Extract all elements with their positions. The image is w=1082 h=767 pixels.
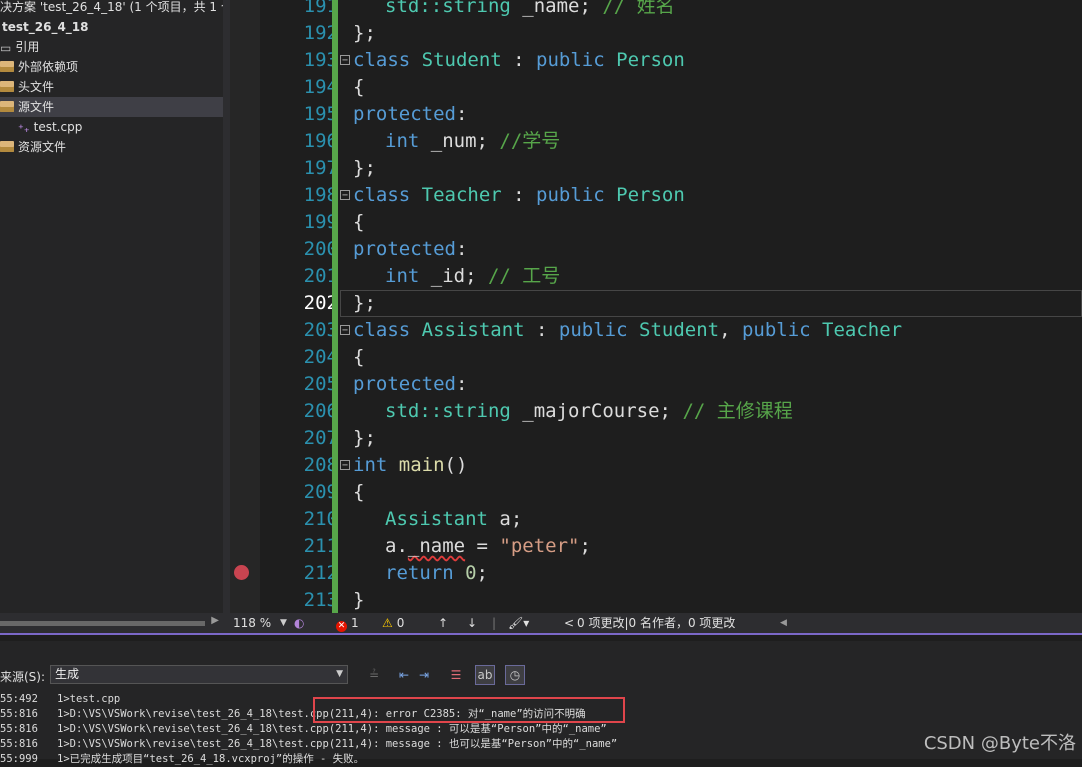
error-highlight-box [313, 697, 625, 723]
code-line-195: protected: [353, 103, 468, 125]
code-line-201: int _id; // 工号 [385, 265, 561, 287]
word-wrap-icon[interactable]: ab [475, 665, 495, 685]
folder-icon [0, 61, 14, 72]
source-select[interactable]: 生成 ▼ [50, 665, 348, 684]
fold-toggle-icon[interactable]: − [340, 325, 350, 336]
code-line-198: − class Teacher : public Person [340, 184, 685, 206]
code-line-208: − int main() [340, 454, 468, 476]
tree-item-label: 资源文件 [18, 140, 67, 154]
change-tracking-bar [332, 0, 338, 613]
tree-item-label: 源文件 [18, 100, 55, 114]
next-issue-icon[interactable]: ↓ [467, 613, 477, 633]
code-line-193: − class Student : public Person [340, 49, 685, 71]
tree-item-test-cpp[interactable]: ⁺₊ test.cpp [18, 117, 82, 137]
cpp-file-icon: ⁺₊ [18, 122, 30, 135]
timestamp-icon[interactable]: ◷ [505, 665, 525, 685]
git-changes-icon[interactable]: < [564, 613, 574, 633]
solution-title-label: 决方案 'test_26_4_18' (1 个项目，共 1 个) [0, 0, 238, 14]
fold-toggle-icon[interactable]: − [340, 190, 350, 201]
chevron-down-icon: ▼ [336, 669, 343, 679]
divider: | [492, 616, 497, 630]
error-squiggle: _name [407, 535, 466, 557]
error-icon: ✕ [336, 621, 347, 632]
git-changes-label[interactable]: 0 项更改|0 名作者，0 项更改 [577, 613, 735, 633]
code-line-197: }; [353, 157, 376, 179]
tree-item-external-deps[interactable]: 外部依赖项 [0, 57, 78, 77]
code-editor[interactable]: 191 192 193 194 195 196 197 198 199 200 201 202 203 2… [230, 0, 1082, 613]
code-line-192: }; [353, 22, 376, 44]
code-line-196: int _num; //学号 [385, 130, 561, 152]
fold-toggle-icon[interactable]: − [340, 460, 350, 471]
next-message-icon[interactable]: ⇥ [414, 665, 434, 685]
solution-explorer: 决方案 'test_26_4_18' (1 个项目，共 1 个) test_26… [0, 0, 238, 613]
code-line-209: { [353, 481, 365, 503]
zoom-dropdown-icon[interactable]: ▼ [280, 613, 287, 633]
code-line-194: { [353, 76, 365, 98]
code-cleanup-icon[interactable]: 🖌▾ [508, 613, 529, 633]
scrollbar-thumb[interactable] [0, 621, 205, 626]
code-line-211: a._name = "peter"; [385, 535, 591, 557]
error-count[interactable]: ✕ 1 [336, 613, 359, 633]
splitter[interactable] [223, 0, 230, 633]
code-line-200: protected: [353, 238, 468, 260]
code-line-213: } [353, 589, 365, 611]
output-toolbar: 来源(S): 生成 ▼ ≟ ⇤ ⇥ ☰ ab ◷ [0, 663, 1082, 687]
code-line-203: − class Assistant : public Student, publi… [340, 319, 903, 341]
code-line-205: protected: [353, 373, 468, 395]
warning-icon: ⚠ [382, 616, 393, 630]
scroll-left-icon[interactable]: ◀ [780, 613, 787, 633]
solution-explorer-scrollbar[interactable]: ▶ [0, 613, 223, 633]
code-line-199: { [353, 211, 365, 233]
fold-toggle-icon[interactable]: − [340, 55, 350, 66]
project-label: test_26_4_18 [2, 20, 89, 34]
tree-project[interactable]: test_26_4_18 [2, 17, 89, 37]
tree-item-resources[interactable]: 资源文件 [0, 137, 66, 157]
code-area[interactable]: std::string _name; // 姓名 }; − class Stude… [340, 0, 1082, 613]
scroll-right-icon[interactable]: ▶ [211, 615, 219, 626]
prev-issue-icon[interactable]: ↑ [438, 613, 448, 633]
clear-all-icon[interactable]: ☰ [446, 665, 466, 685]
solution-title[interactable]: 决方案 'test_26_4_18' (1 个项目，共 1 个) [0, 0, 238, 17]
line-numbers: 191 192 193 194 195 196 197 198 199 200 201 202 203 2… [260, 0, 338, 613]
tree-item-sources[interactable]: 源文件 [0, 97, 223, 117]
tree-item-headers[interactable]: 头文件 [0, 77, 54, 97]
tree-item-label: 头文件 [18, 80, 55, 94]
watermark: CSDN @Byte不洛 [923, 733, 1076, 754]
warning-count[interactable]: ⚠ 0 [382, 613, 404, 633]
find-message-icon[interactable]: ≟ [364, 665, 384, 685]
reference-icon: ▭ [0, 41, 12, 55]
tree-item-label: test.cpp [33, 120, 83, 134]
code-line-204: { [353, 346, 365, 368]
folder-icon [0, 81, 14, 92]
code-line-191: std::string _name; // 姓名 [385, 0, 675, 17]
code-line-212: return 0; [385, 562, 488, 584]
code-line-206: std::string _majorCourse; // 主修课程 [385, 400, 793, 422]
folder-icon [0, 101, 14, 112]
zoom-level[interactable]: 118 % [233, 613, 271, 633]
editor-status-bar: 118 % ▼ ◐ ✕ 1 ⚠ 0 ↑ ↓ | 🖌▾ < 0 项更改|0 名作者，0… [230, 613, 1082, 633]
code-line-210: Assistant a; [385, 508, 523, 530]
tree-item-label: 外部依赖项 [18, 60, 79, 74]
tree-item-references[interactable]: ▭ 引用 [0, 37, 39, 57]
prev-message-icon[interactable]: ⇤ [394, 665, 414, 685]
tree-item-label: 引用 [15, 40, 40, 54]
intellicode-icon[interactable]: ◐ [294, 613, 304, 633]
code-line-202-current: }; [340, 290, 1082, 317]
folder-icon [0, 141, 14, 152]
breakpoint-gutter[interactable] [230, 0, 260, 613]
panel-splitter[interactable] [0, 633, 1082, 641]
code-line-207: }; [353, 427, 376, 449]
source-label: 来源(S): [0, 670, 46, 684]
breakpoint-icon[interactable] [234, 565, 249, 580]
